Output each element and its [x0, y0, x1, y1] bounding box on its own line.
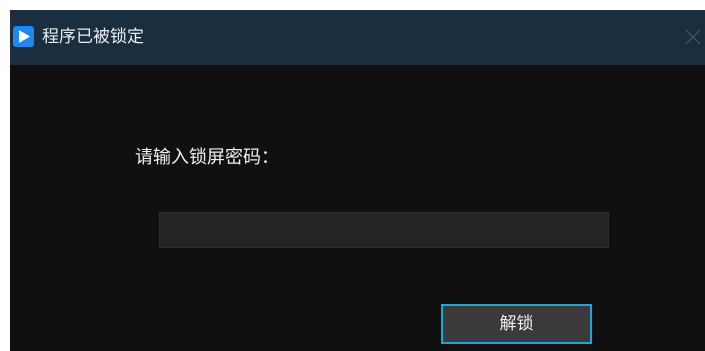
close-icon[interactable]: [681, 25, 705, 49]
title-bar: 程序已被锁定: [10, 10, 705, 65]
password-input[interactable]: [159, 212, 609, 248]
lock-dialog: 程序已被锁定 请输入锁屏密码： 解锁: [10, 10, 705, 351]
play-icon: [13, 26, 34, 47]
password-prompt-label: 请输入锁屏密码：: [135, 147, 279, 168]
window-title: 程序已被锁定: [42, 27, 144, 47]
unlock-button[interactable]: 解锁: [441, 304, 592, 344]
